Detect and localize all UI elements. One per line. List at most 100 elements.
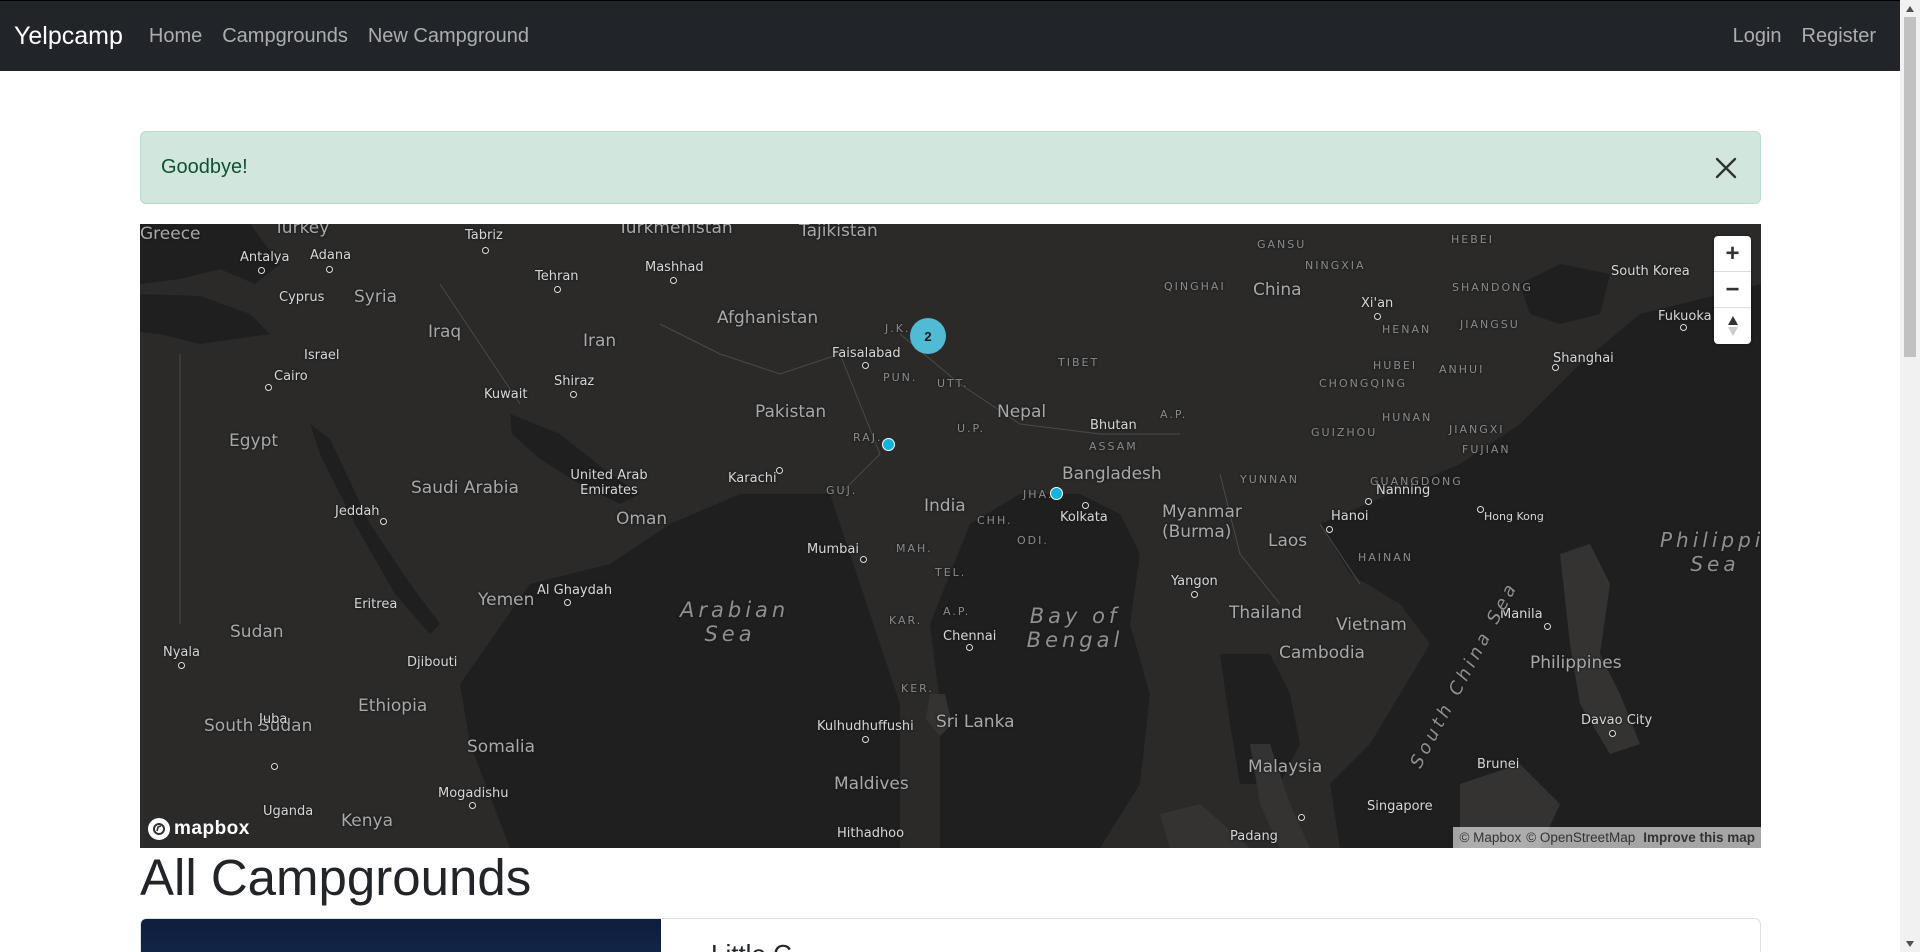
map-controls: + − <box>1714 236 1751 344</box>
map-label: Faisalabad <box>832 346 901 361</box>
map-label: Kuwait <box>484 387 528 402</box>
scroll-thumb[interactable] <box>1904 17 1916 357</box>
map-label: U.P. <box>957 422 985 435</box>
map-label: JIANGXI <box>1449 423 1505 436</box>
city-dot <box>482 247 489 254</box>
cluster-map[interactable]: Greece Turkey Syria Iraq Iran Turkmenist… <box>140 224 1761 848</box>
map-label: Philippine Sea <box>1660 528 1761 576</box>
map-label: Mumbai <box>807 542 859 557</box>
map-label: GUJ. <box>826 484 858 497</box>
city-dot <box>1544 623 1551 630</box>
city-dot <box>469 802 476 809</box>
campground-card: Little C... <box>140 918 1761 952</box>
map-label: Mashhad <box>645 260 704 275</box>
city-dot <box>380 518 387 525</box>
mapbox-attribution-link[interactable]: © Mapbox <box>1459 830 1521 845</box>
map-label: Myanmar (Burma) <box>1162 502 1242 542</box>
map-label: HUNAN <box>1382 411 1433 424</box>
map-label: Xi'an <box>1361 296 1394 311</box>
map-label: JHA. <box>1023 488 1054 501</box>
map-label: Bhutan <box>1090 418 1137 433</box>
map-label: GUANGDONG <box>1370 475 1463 488</box>
map-label: Turkey <box>274 224 330 238</box>
improve-map-link[interactable]: Improve this map <box>1643 830 1755 845</box>
close-icon[interactable] <box>1712 154 1740 182</box>
nav-link-new-campground[interactable]: New Campground <box>368 25 529 48</box>
campground-title: Little C... <box>711 939 814 952</box>
map-label: TIBET <box>1058 356 1100 369</box>
map-label: ASSAM <box>1089 440 1138 453</box>
map-label: UTT. <box>937 377 969 390</box>
mapbox-logo[interactable]: mapbox <box>148 818 250 840</box>
city-dot <box>570 391 577 398</box>
nav-link-login[interactable]: Login <box>1733 25 1782 48</box>
map-label: Kolkata <box>1060 510 1108 525</box>
map-label: Padang <box>1230 829 1278 844</box>
map-label: Nepal <box>997 402 1047 422</box>
map-label: Cyprus <box>279 290 325 305</box>
map-label: South Korea <box>1611 264 1690 279</box>
map-label: Yemen <box>478 590 535 610</box>
city-dot <box>1374 313 1381 320</box>
map-label: Chennai <box>943 629 997 644</box>
map-label: KER. <box>901 682 934 695</box>
map-label: Karachi <box>728 471 777 486</box>
map-label: Juba <box>259 712 288 727</box>
map-label: Sri Lanka <box>936 712 1015 732</box>
map-marker[interactable] <box>882 438 895 451</box>
map-label: A.P. <box>943 605 971 618</box>
map-marker[interactable] <box>1050 487 1063 500</box>
city-dot <box>1609 730 1616 737</box>
nav-link-home[interactable]: Home <box>149 25 202 48</box>
map-label: Iraq <box>428 322 462 342</box>
nav-link-campgrounds[interactable]: Campgrounds <box>222 25 348 48</box>
city-dot <box>564 599 571 606</box>
nav-right: Login Register <box>1723 25 1886 48</box>
map-label: Al Ghaydah <box>537 583 613 598</box>
mapbox-logo-icon <box>148 818 170 840</box>
map-label: J.K. <box>885 322 911 335</box>
map-label: Tehran <box>535 269 579 284</box>
map-label: Bangladesh <box>1062 464 1162 484</box>
zoom-in-button[interactable]: + <box>1714 236 1751 272</box>
map-label: Hithadhoo <box>837 826 905 841</box>
map-label: HUBEI <box>1373 359 1418 372</box>
map-label: Singapore <box>1367 799 1433 814</box>
page: Yelpcamp Home Campgrounds New Campground… <box>0 0 1900 952</box>
map-label: Greece <box>140 224 201 244</box>
page-title: All Campgrounds <box>140 849 532 906</box>
map-label: Nyala <box>163 645 200 660</box>
zoom-out-button[interactable]: − <box>1714 272 1751 308</box>
map-label: KAR. <box>889 614 923 627</box>
map-label: Maldives <box>834 774 909 794</box>
map-label: GUIZHOU <box>1311 426 1378 439</box>
map-label: Hanoi <box>1331 509 1369 524</box>
map-label: Bay of Bengal <box>1026 604 1124 652</box>
scroll-up-icon[interactable] <box>1900 0 1920 17</box>
map-label: Philippines <box>1530 653 1622 673</box>
map-label: Israel <box>304 348 340 363</box>
map-label: Shiraz <box>554 374 595 389</box>
city-dot <box>1680 324 1687 331</box>
map-label: Davao City <box>1581 713 1653 728</box>
compass-button[interactable] <box>1714 308 1751 344</box>
city-dot <box>265 384 272 391</box>
map-cluster[interactable]: 2 <box>910 318 946 354</box>
osm-attribution-link[interactable]: © OpenStreetMap <box>1526 830 1635 845</box>
map-label: YUNNAN <box>1240 473 1299 486</box>
map-label: SHANDONG <box>1452 281 1533 294</box>
map-label: Pakistan <box>755 402 827 422</box>
city-dot <box>1552 364 1559 371</box>
flash-alert: Goodbye! <box>140 131 1761 204</box>
map-label: Adana <box>310 248 352 263</box>
city-dot <box>1365 498 1372 505</box>
map-label: Yangon <box>1171 574 1218 589</box>
scroll-down-icon[interactable] <box>1900 935 1920 952</box>
page-scrollbar[interactable] <box>1900 0 1920 952</box>
nav-link-register[interactable]: Register <box>1802 25 1876 48</box>
map-label: Malaysia <box>1248 757 1323 777</box>
city-dot <box>776 467 783 474</box>
brand-link[interactable]: Yelpcamp <box>14 22 123 51</box>
city-dot <box>1477 506 1484 513</box>
map-label: HENAN <box>1382 323 1432 336</box>
